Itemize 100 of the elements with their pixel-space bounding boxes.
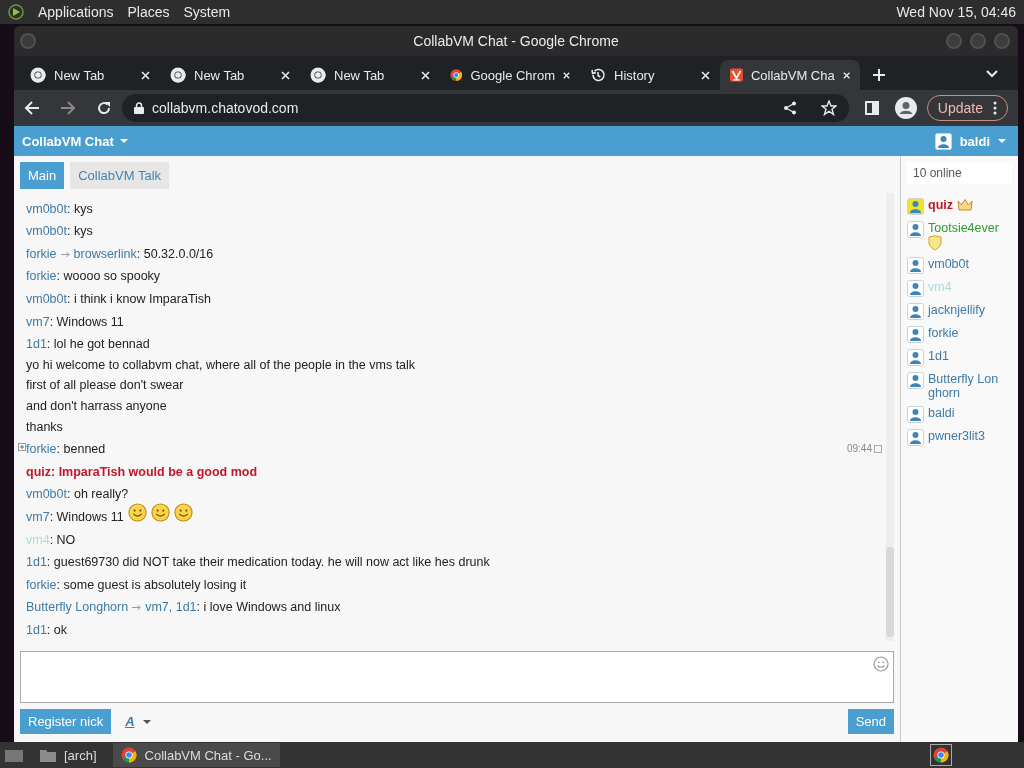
back-icon[interactable] — [24, 100, 40, 116]
caret-icon[interactable] — [998, 139, 1006, 143]
lock-icon — [134, 102, 144, 114]
scrollbar-thumb[interactable] — [886, 547, 894, 637]
panel-clock[interactable]: Wed Nov 15, 04:46 — [896, 4, 1016, 20]
smiley-icon — [150, 503, 170, 523]
chrome-icon — [30, 67, 46, 83]
user-avatar-icon — [907, 406, 924, 423]
close-icon[interactable] — [141, 70, 150, 80]
star-icon[interactable] — [820, 100, 837, 116]
message-text: : ImparaTish would be a good mod — [51, 464, 258, 479]
message-text: : Windows 11 — [49, 509, 124, 524]
message-text: : ok — [46, 622, 67, 637]
taskbar-item[interactable]: [arch] — [32, 743, 105, 767]
message-text: : Windows 11 — [49, 314, 124, 329]
expand-icon[interactable] — [18, 443, 26, 452]
user-name[interactable]: baldi — [928, 406, 955, 420]
message-text: : NO — [49, 532, 76, 547]
share-icon[interactable] — [782, 101, 797, 115]
window-title: CollabVM Chat - Google Chrome — [413, 33, 619, 49]
sender-name[interactable]: vm0b0t — [26, 201, 67, 216]
caret-icon[interactable] — [119, 139, 128, 143]
recipient-name[interactable]: vm7, 1d1 — [145, 600, 197, 615]
user-name[interactable]: Butterfly Lon ghorn — [928, 372, 1008, 400]
sender-name[interactable]: vm0b0t — [26, 487, 67, 502]
browser-tab[interactable]: Google Chrom — [440, 60, 580, 90]
chrome-icon — [120, 747, 137, 763]
username[interactable]: baldi — [959, 133, 990, 149]
reload-icon[interactable] — [96, 100, 112, 116]
sender-name[interactable]: 1d1 — [26, 337, 47, 352]
sender-name[interactable]: quiz — [26, 464, 51, 479]
sender-name[interactable]: vm7 — [26, 509, 50, 524]
register-nick-button[interactable]: Register nick — [20, 709, 112, 734]
user-avatar-icon — [907, 372, 924, 389]
chrome-icon — [170, 67, 186, 83]
sender-name[interactable]: vm7 — [26, 314, 50, 329]
user-name[interactable]: 1d1 — [928, 349, 949, 363]
smiley-icon — [127, 503, 147, 523]
recipient-name[interactable]: browserlink — [73, 246, 137, 261]
close-icon[interactable] — [281, 70, 290, 80]
close-icon[interactable] — [842, 70, 850, 80]
font-button[interactable]: A — [125, 714, 151, 729]
message-input[interactable] — [20, 651, 894, 703]
online-count: 10 online — [907, 162, 1012, 184]
folder-icon — [40, 748, 56, 762]
browser-tab[interactable]: New Tab — [160, 60, 300, 90]
browser-tab[interactable]: New Tab — [300, 60, 440, 90]
address-bar[interactable]: collabvm.chatovod.com — [122, 94, 849, 122]
taskbar-item[interactable]: CollabVM Chat - Go... — [112, 743, 280, 767]
chat-title[interactable]: CollabVM Chat — [22, 133, 114, 149]
browser-tab[interactable]: New Tab — [20, 60, 160, 90]
emoji-picker-icon[interactable] — [873, 656, 889, 672]
more-menu-icon[interactable] — [993, 101, 997, 115]
profile-icon[interactable] — [894, 97, 917, 119]
new-tab-icon[interactable] — [872, 68, 886, 82]
message-text: : oh really? — [67, 487, 129, 502]
user-name[interactable]: Tootsie4ever — [928, 221, 999, 235]
shield-icon — [928, 235, 942, 251]
message-text: : i think i know ImparaTish — [67, 291, 212, 306]
user-name[interactable]: pwner3lit3 — [928, 429, 985, 443]
user-name[interactable]: quiz — [928, 198, 953, 212]
sender-name[interactable]: vm0b0t — [26, 224, 67, 239]
send-button[interactable]: Send — [847, 709, 894, 734]
sender-name[interactable]: forkie — [26, 269, 57, 284]
chrome-tray-icon — [933, 747, 949, 763]
user-avatar-icon — [907, 326, 924, 343]
room-tab[interactable]: Main — [20, 162, 65, 189]
message-text: : kys — [67, 201, 93, 216]
room-tab[interactable]: CollabVM Talk — [70, 162, 170, 189]
close-icon[interactable] — [563, 70, 570, 80]
sender-name[interactable]: forkie — [26, 577, 57, 592]
show-desktop-icon[interactable] — [4, 747, 24, 763]
sender-name[interactable]: 1d1 — [26, 622, 47, 637]
user-avatar-icon — [907, 198, 924, 215]
forward-icon[interactable] — [60, 100, 76, 116]
sender-name[interactable]: forkie — [26, 246, 57, 261]
message-text: : lol he got bennad — [46, 337, 150, 352]
panel-menu[interactable]: Places — [127, 4, 170, 20]
user-name[interactable]: vm0b0t — [928, 257, 969, 271]
close-icon[interactable] — [421, 70, 430, 80]
browser-tab[interactable]: CollabVM Cha — [720, 60, 860, 90]
sender-name[interactable]: Butterfly Longhorn — [26, 600, 129, 615]
user-name[interactable]: forkie — [928, 326, 959, 340]
user-avatar-icon — [907, 303, 924, 320]
site-logo-icon — [730, 67, 743, 83]
user-name[interactable]: jacknjellify — [928, 303, 985, 317]
message-text: : 50.32.0.0/16 — [136, 246, 214, 261]
panel-menu[interactable]: Applications — [38, 4, 114, 20]
distro-logo-icon[interactable] — [8, 4, 24, 20]
panel-menu[interactable]: System — [183, 4, 231, 20]
chat-message: yo hi welcome to collabvm chat, where all of the people in the vms talk — [26, 357, 416, 372]
arrow-icon — [132, 605, 142, 611]
close-icon[interactable] — [701, 70, 710, 80]
sender-name[interactable]: 1d1 — [26, 555, 47, 570]
sender-name[interactable]: vm0b0t — [26, 291, 67, 306]
tab-search-icon[interactable] — [986, 70, 998, 78]
side-panel-icon[interactable] — [864, 101, 879, 115]
message-text: : guest69730 did NOT take their medication today. he will now act like hes drunk — [46, 555, 490, 570]
browser-tab[interactable]: History — [580, 60, 720, 90]
sender-name[interactable]: forkie — [26, 442, 57, 457]
